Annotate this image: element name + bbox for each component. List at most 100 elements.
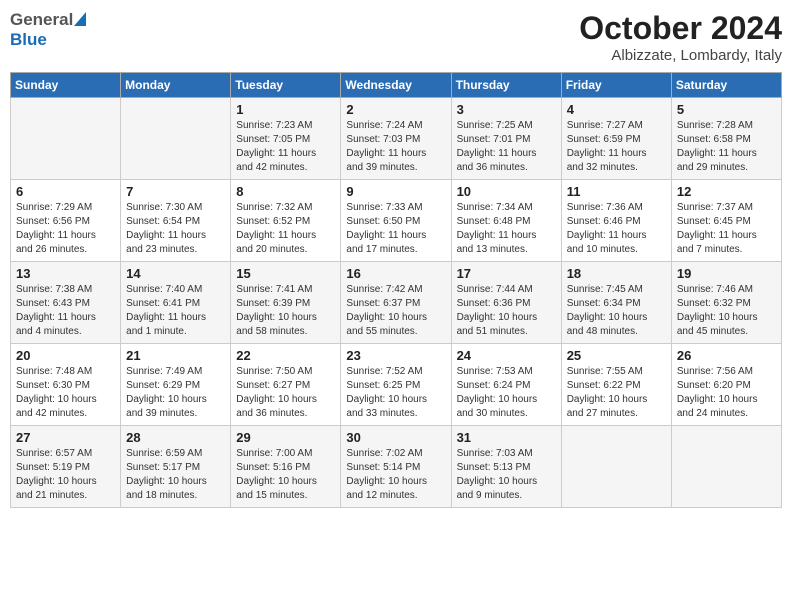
logo: General Blue [10, 10, 86, 50]
day-cell: 28 Sunrise: 6:59 AM Sunset: 5:17 PM Dayli… [121, 426, 231, 508]
day-cell: 22 Sunrise: 7:50 AM Sunset: 6:27 PM Dayli… [231, 344, 341, 426]
day-number: 1 [236, 102, 335, 117]
day-cell: 11 Sunrise: 7:36 AM Sunset: 6:46 PM Dayli… [561, 180, 671, 262]
title-area: October 2024 Albizzate, Lombardy, Italy [579, 10, 782, 64]
day-number: 3 [457, 102, 556, 117]
day-info: Sunrise: 7:36 AM Sunset: 6:46 PM Dayligh… [567, 201, 666, 257]
day-info: Sunrise: 7:46 AM Sunset: 6:32 PM Dayligh… [677, 283, 776, 339]
day-cell: 27 Sunrise: 6:57 AM Sunset: 5:19 PM Dayli… [11, 426, 121, 508]
day-info: Sunrise: 7:50 AM Sunset: 6:27 PM Dayligh… [236, 365, 335, 421]
day-cell: 3 Sunrise: 7:25 AM Sunset: 7:01 PM Daylig… [451, 98, 561, 180]
day-number: 29 [236, 430, 335, 445]
day-number: 11 [567, 184, 666, 199]
day-cell: 25Sunrise: 7:55 AM Sunset: 6:22 PM Dayli… [561, 344, 671, 426]
day-cell: 23 Sunrise: 7:52 AM Sunset: 6:25 PM Dayli… [341, 344, 451, 426]
week-row-4: 20 Sunrise: 7:48 AM Sunset: 6:30 PM Dayli… [11, 344, 782, 426]
day-number: 6 [16, 184, 115, 199]
day-info: Sunrise: 7:27 AM Sunset: 6:59 PM Dayligh… [567, 119, 666, 175]
day-number: 17 [457, 266, 556, 281]
day-info: Sunrise: 7:56 AM Sunset: 6:20 PM Dayligh… [677, 365, 776, 421]
day-number: 24 [457, 348, 556, 363]
day-cell [11, 98, 121, 180]
day-cell: 10Sunrise: 7:34 AM Sunset: 6:48 PM Dayli… [451, 180, 561, 262]
day-number: 27 [16, 430, 115, 445]
day-cell: 17 Sunrise: 7:44 AM Sunset: 6:36 PM Dayli… [451, 262, 561, 344]
logo-blue: Blue [10, 30, 47, 49]
page-header: General Blue October 2024 Albizzate, Lom… [10, 10, 782, 64]
day-cell: 14 Sunrise: 7:40 AM Sunset: 6:41 PM Dayli… [121, 262, 231, 344]
day-cell: 7Sunrise: 7:30 AM Sunset: 6:54 PM Daylig… [121, 180, 231, 262]
column-header-saturday: Saturday [671, 73, 781, 98]
day-cell [561, 426, 671, 508]
column-header-tuesday: Tuesday [231, 73, 341, 98]
day-info: Sunrise: 7:48 AM Sunset: 6:30 PM Dayligh… [16, 365, 115, 421]
logo-triangle-icon [74, 12, 86, 26]
day-number: 15 [236, 266, 335, 281]
week-row-3: 13 Sunrise: 7:38 AM Sunset: 6:43 PM Dayli… [11, 262, 782, 344]
day-cell: 8 Sunrise: 7:32 AM Sunset: 6:52 PM Daylig… [231, 180, 341, 262]
day-info: Sunrise: 7:40 AM Sunset: 6:41 PM Dayligh… [126, 283, 225, 339]
column-header-monday: Monday [121, 73, 231, 98]
day-info: Sunrise: 7:23 AM Sunset: 7:05 PM Dayligh… [236, 119, 335, 175]
day-cell: 19 Sunrise: 7:46 AM Sunset: 6:32 PM Dayli… [671, 262, 781, 344]
day-info: Sunrise: 7:38 AM Sunset: 6:43 PM Dayligh… [16, 283, 115, 339]
day-info: Sunrise: 7:53 AM Sunset: 6:24 PM Dayligh… [457, 365, 556, 421]
calendar-body: 1 Sunrise: 7:23 AM Sunset: 7:05 PM Daylig… [11, 98, 782, 508]
day-number: 26 [677, 348, 776, 363]
day-cell: 2 Sunrise: 7:24 AM Sunset: 7:03 PM Daylig… [341, 98, 451, 180]
day-cell: 1 Sunrise: 7:23 AM Sunset: 7:05 PM Daylig… [231, 98, 341, 180]
day-cell [671, 426, 781, 508]
day-info: Sunrise: 7:29 AM Sunset: 6:56 PM Dayligh… [16, 201, 115, 257]
day-number: 5 [677, 102, 776, 117]
day-cell: 18Sunrise: 7:45 AM Sunset: 6:34 PM Dayli… [561, 262, 671, 344]
day-number: 2 [346, 102, 445, 117]
day-cell: 31Sunrise: 7:03 AM Sunset: 5:13 PM Dayli… [451, 426, 561, 508]
day-number: 23 [346, 348, 445, 363]
day-info: Sunrise: 7:02 AM Sunset: 5:14 PM Dayligh… [346, 447, 445, 503]
day-cell: 24 Sunrise: 7:53 AM Sunset: 6:24 PM Dayli… [451, 344, 561, 426]
week-row-5: 27 Sunrise: 6:57 AM Sunset: 5:19 PM Dayli… [11, 426, 782, 508]
day-info: Sunrise: 7:49 AM Sunset: 6:29 PM Dayligh… [126, 365, 225, 421]
day-info: Sunrise: 7:55 AM Sunset: 6:22 PM Dayligh… [567, 365, 666, 421]
header-row: SundayMondayTuesdayWednesdayThursdayFrid… [11, 73, 782, 98]
location: Albizzate, Lombardy, Italy [579, 47, 782, 64]
logo-general: General [10, 10, 73, 30]
day-cell: 15 Sunrise: 7:41 AM Sunset: 6:39 PM Dayli… [231, 262, 341, 344]
day-number: 13 [16, 266, 115, 281]
day-info: Sunrise: 7:25 AM Sunset: 7:01 PM Dayligh… [457, 119, 556, 175]
day-cell: 29Sunrise: 7:00 AM Sunset: 5:16 PM Dayli… [231, 426, 341, 508]
day-number: 14 [126, 266, 225, 281]
day-number: 19 [677, 266, 776, 281]
day-number: 30 [346, 430, 445, 445]
day-info: Sunrise: 7:41 AM Sunset: 6:39 PM Dayligh… [236, 283, 335, 339]
day-cell: 26 Sunrise: 7:56 AM Sunset: 6:20 PM Dayli… [671, 344, 781, 426]
day-info: Sunrise: 7:42 AM Sunset: 6:37 PM Dayligh… [346, 283, 445, 339]
week-row-2: 6 Sunrise: 7:29 AM Sunset: 6:56 PM Daylig… [11, 180, 782, 262]
day-number: 28 [126, 430, 225, 445]
day-info: Sunrise: 7:03 AM Sunset: 5:13 PM Dayligh… [457, 447, 556, 503]
day-number: 20 [16, 348, 115, 363]
day-info: Sunrise: 7:44 AM Sunset: 6:36 PM Dayligh… [457, 283, 556, 339]
day-number: 9 [346, 184, 445, 199]
day-info: Sunrise: 7:32 AM Sunset: 6:52 PM Dayligh… [236, 201, 335, 257]
day-number: 22 [236, 348, 335, 363]
day-cell: 5Sunrise: 7:28 AM Sunset: 6:58 PM Daylig… [671, 98, 781, 180]
day-cell: 4Sunrise: 7:27 AM Sunset: 6:59 PM Daylig… [561, 98, 671, 180]
column-header-wednesday: Wednesday [341, 73, 451, 98]
day-cell: 20 Sunrise: 7:48 AM Sunset: 6:30 PM Dayli… [11, 344, 121, 426]
day-number: 21 [126, 348, 225, 363]
day-cell: 21 Sunrise: 7:49 AM Sunset: 6:29 PM Dayli… [121, 344, 231, 426]
day-info: Sunrise: 6:57 AM Sunset: 5:19 PM Dayligh… [16, 447, 115, 503]
day-info: Sunrise: 7:37 AM Sunset: 6:45 PM Dayligh… [677, 201, 776, 257]
day-info: Sunrise: 7:52 AM Sunset: 6:25 PM Dayligh… [346, 365, 445, 421]
day-number: 8 [236, 184, 335, 199]
day-cell: 16Sunrise: 7:42 AM Sunset: 6:37 PM Dayli… [341, 262, 451, 344]
week-row-1: 1 Sunrise: 7:23 AM Sunset: 7:05 PM Daylig… [11, 98, 782, 180]
day-info: Sunrise: 7:45 AM Sunset: 6:34 PM Dayligh… [567, 283, 666, 339]
calendar-header: SundayMondayTuesdayWednesdayThursdayFrid… [11, 73, 782, 98]
day-info: Sunrise: 7:24 AM Sunset: 7:03 PM Dayligh… [346, 119, 445, 175]
day-info: Sunrise: 7:30 AM Sunset: 6:54 PM Dayligh… [126, 201, 225, 257]
day-info: Sunrise: 6:59 AM Sunset: 5:17 PM Dayligh… [126, 447, 225, 503]
column-header-friday: Friday [561, 73, 671, 98]
day-info: Sunrise: 7:33 AM Sunset: 6:50 PM Dayligh… [346, 201, 445, 257]
